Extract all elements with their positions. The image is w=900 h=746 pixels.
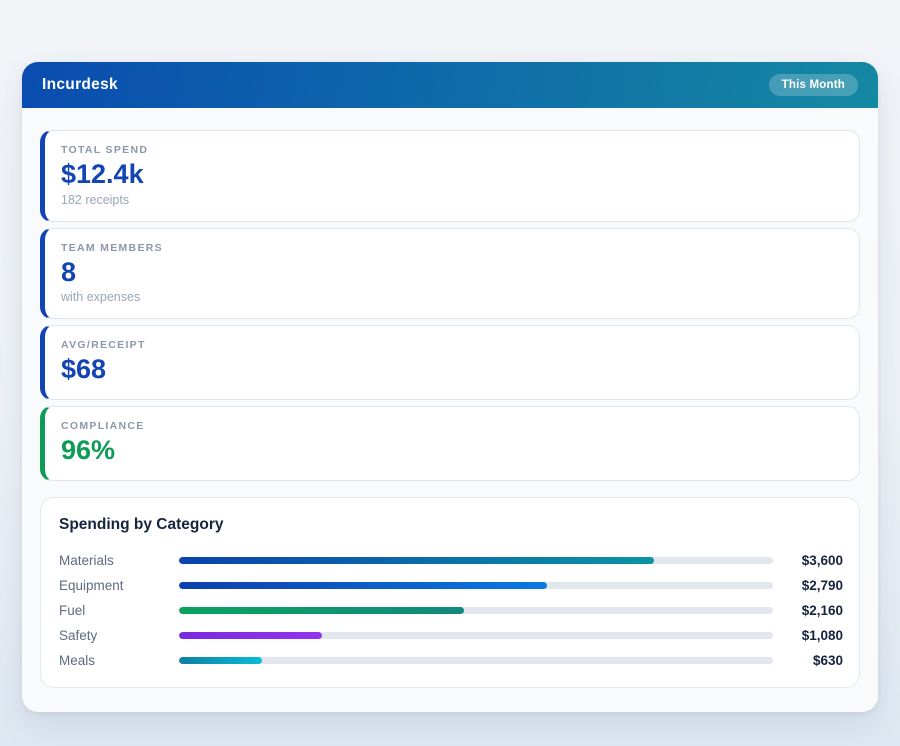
- bar-row-safety: Safety $1,080: [59, 623, 843, 648]
- stat-value: $12.4k: [61, 159, 144, 189]
- bar-row-fuel: Fuel $2,160: [59, 598, 843, 623]
- stat-label: TEAM MEMBERS: [61, 241, 163, 254]
- app-header: Incurdesk This Month: [22, 62, 878, 108]
- bar-label: Equipment: [59, 577, 124, 593]
- stat-label: TOTAL SPEND: [61, 144, 149, 156]
- bar-track: [179, 581, 773, 589]
- stat-subtext: with expenses: [61, 290, 141, 305]
- stat-subtext: 182 receipts: [61, 192, 130, 207]
- bar-track: [179, 556, 773, 564]
- spending-by-category-panel: Spending by Category Materials $3,600 Eq…: [40, 496, 860, 688]
- stat-card-total-spend: TOTAL SPEND $12.4k 182 receipts: [40, 130, 860, 222]
- stat-label: COMPLIANCE: [61, 420, 145, 433]
- bar-track: [179, 606, 773, 614]
- bar-fill: [179, 656, 263, 664]
- dashboard-card: Incurdesk This Month TOTAL SPEND $12.4k …: [22, 62, 878, 712]
- stat-card-compliance: COMPLIANCE 96%: [40, 406, 860, 481]
- bar-value: $2,160: [801, 602, 843, 618]
- bar-value: $3,600: [801, 552, 843, 568]
- bar-label: Fuel: [59, 602, 86, 618]
- bar-value: $2,790: [801, 577, 843, 593]
- panel-title: Spending by Category: [59, 515, 224, 533]
- bar-fill: [179, 581, 548, 589]
- bar-fill: [179, 556, 655, 564]
- bar-track: [179, 631, 773, 639]
- bar-fill: [179, 631, 322, 639]
- stat-value: 8: [61, 256, 77, 287]
- bar-value: $1,080: [801, 627, 843, 643]
- bar-value: $630: [812, 652, 843, 668]
- bar-label: Meals: [59, 652, 96, 668]
- bar-row-meals: Meals $630: [59, 648, 843, 673]
- bar-track: [179, 656, 773, 664]
- bar-row-materials: Materials $3,600: [59, 548, 843, 573]
- stat-card-avg-receipt: AVG/RECEIPT $68: [40, 325, 860, 401]
- stat-value: 96%: [61, 435, 116, 466]
- bar-label: Materials: [59, 552, 114, 568]
- period-badge[interactable]: This Month: [768, 74, 858, 96]
- stat-value: $68: [61, 354, 107, 385]
- bar-fill: [179, 606, 465, 614]
- stat-card-team-members: TEAM MEMBERS 8 with expenses: [40, 227, 860, 320]
- app-title: Incurdesk: [42, 76, 118, 93]
- bar-label: Safety: [59, 627, 98, 643]
- dashboard-content: TOTAL SPEND $12.4k 182 receipts TEAM MEM…: [22, 108, 878, 712]
- stat-label: AVG/RECEIPT: [61, 339, 146, 352]
- bar-row-equipment: Equipment $2,790: [59, 573, 843, 598]
